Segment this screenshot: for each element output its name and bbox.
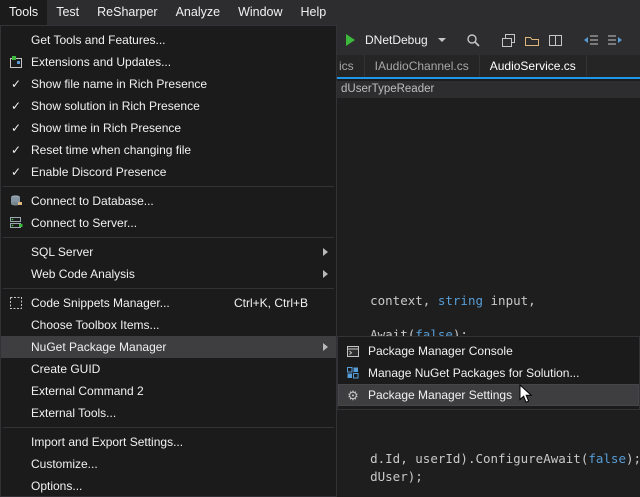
menu-item-label: Get Tools and Features... bbox=[31, 33, 166, 47]
menu-item-label: Customize... bbox=[31, 457, 98, 471]
code-token: false bbox=[588, 451, 626, 466]
menu-item-label: Choose Toolbox Items... bbox=[31, 318, 160, 332]
menu-item-extensions-and-updates[interactable]: Extensions and Updates... bbox=[1, 51, 336, 73]
menu-item-connect-to-database[interactable]: Connect to Database... bbox=[1, 190, 336, 212]
submenu-item-package-manager-console[interactable]: Package Manager Console bbox=[338, 340, 639, 362]
menu-item-label: Code Snippets Manager... bbox=[31, 296, 170, 310]
menu-item-label: Package Manager Console bbox=[368, 344, 513, 358]
menu-item-code-snippets-manager[interactable]: Code Snippets Manager... Ctrl+K, Ctrl+B bbox=[1, 292, 336, 314]
submenu-item-manage-nuget-packages-solution[interactable]: Manage NuGet Packages for Solution... bbox=[338, 362, 639, 384]
menubar-item-test[interactable]: Test bbox=[47, 0, 88, 25]
menu-item-label: NuGet Package Manager bbox=[31, 340, 166, 354]
menu-item-label: Show solution in Rich Presence bbox=[31, 99, 200, 113]
debug-target-label[interactable]: DNetDebug bbox=[365, 33, 428, 47]
checkmark-icon: ✓ bbox=[1, 143, 31, 157]
menu-item-label: Reset time when changing file bbox=[31, 143, 191, 157]
database-icon bbox=[1, 194, 31, 208]
submenu-arrow-icon bbox=[323, 343, 328, 351]
menu-item-label: Enable Discord Presence bbox=[31, 165, 166, 179]
menu-item-choose-toolbox-items[interactable]: Choose Toolbox Items... bbox=[1, 314, 336, 336]
code-token: dUser); bbox=[370, 469, 423, 484]
menu-item-nuget-package-manager[interactable]: NuGet Package Manager bbox=[1, 336, 336, 358]
submenu-arrow-icon bbox=[323, 248, 328, 256]
menu-item-label: Connect to Database... bbox=[31, 194, 154, 208]
menu-item-customize[interactable]: Customize... bbox=[1, 453, 336, 475]
menu-item-show-file-name-rich-presence[interactable]: ✓ Show file name in Rich Presence bbox=[1, 73, 336, 95]
document-tab-iaudiochannel[interactable]: IAudioChannel.cs bbox=[365, 55, 480, 77]
menu-item-reset-time-when-changing-file[interactable]: ✓ Reset time when changing file bbox=[1, 139, 336, 161]
gear-icon: ⚙ bbox=[338, 389, 368, 402]
code-token: string bbox=[438, 293, 483, 308]
menu-item-get-tools-and-features[interactable]: Get Tools and Features... bbox=[1, 29, 336, 51]
packages-grid-icon bbox=[338, 366, 368, 380]
menu-item-connect-to-server[interactable]: Connect to Server... bbox=[1, 212, 336, 234]
menu-item-label: Show time in Rich Presence bbox=[31, 121, 181, 135]
code-token: context, bbox=[370, 293, 438, 308]
menubar-item-resharper[interactable]: ReSharper bbox=[88, 0, 166, 25]
find-icon[interactable] bbox=[466, 30, 481, 50]
code-snippets-icon bbox=[1, 296, 31, 310]
menubar-item-analyze[interactable]: Analyze bbox=[167, 0, 229, 25]
split-window-icon[interactable] bbox=[548, 30, 563, 50]
menu-item-options[interactable]: Options... bbox=[1, 475, 336, 497]
menu-item-label: Package Manager Settings bbox=[368, 388, 512, 402]
menu-item-label: Connect to Server... bbox=[31, 216, 137, 230]
menu-item-label: Extensions and Updates... bbox=[31, 55, 171, 69]
decrease-indent-icon[interactable] bbox=[583, 30, 599, 50]
menu-item-label: External Tools... bbox=[31, 406, 116, 420]
menu-item-import-export-settings[interactable]: Import and Export Settings... bbox=[1, 431, 336, 453]
menubar-item-help[interactable]: Help bbox=[292, 0, 336, 25]
submenu-arrow-icon bbox=[323, 270, 328, 278]
checkmark-icon: ✓ bbox=[1, 165, 31, 179]
start-debug-icon[interactable] bbox=[346, 34, 355, 46]
menu-item-enable-discord-presence[interactable]: ✓ Enable Discord Presence bbox=[1, 161, 336, 183]
document-tab[interactable]: ics bbox=[337, 55, 365, 77]
tools-menu: Get Tools and Features... Extensions and… bbox=[0, 25, 337, 497]
checkmark-icon: ✓ bbox=[1, 121, 31, 135]
menu-separator bbox=[3, 237, 334, 238]
menu-item-show-time-rich-presence[interactable]: ✓ Show time in Rich Presence bbox=[1, 117, 336, 139]
menu-item-label: External Command 2 bbox=[31, 384, 144, 398]
code-token: input, bbox=[483, 293, 536, 308]
menu-bar: Tools Test ReSharper Analyze Window Help bbox=[0, 0, 640, 25]
code-line: se); bbox=[340, 484, 400, 497]
breadcrumb-text: dUserTypeReader bbox=[341, 83, 434, 95]
menu-separator bbox=[3, 427, 334, 428]
document-tab-audioservice[interactable]: AudioService.cs bbox=[480, 55, 587, 77]
nuget-submenu: Package Manager Console Manage NuGet Pac… bbox=[337, 336, 640, 410]
menu-item-label: SQL Server bbox=[31, 245, 93, 259]
menu-item-external-command-2[interactable]: External Command 2 bbox=[1, 380, 336, 402]
open-folder-icon[interactable] bbox=[524, 30, 540, 50]
menu-item-label: Options... bbox=[31, 479, 82, 493]
menu-item-label: Manage NuGet Packages for Solution... bbox=[368, 366, 579, 380]
menu-item-label: Create GUID bbox=[31, 362, 100, 376]
menu-item-label: Web Code Analysis bbox=[31, 267, 135, 281]
menu-separator bbox=[3, 186, 334, 187]
checkmark-icon: ✓ bbox=[1, 77, 31, 91]
menu-item-sql-server[interactable]: SQL Server bbox=[1, 241, 336, 263]
checkmark-icon: ✓ bbox=[1, 99, 31, 113]
menubar-item-tools[interactable]: Tools bbox=[0, 0, 47, 25]
menubar-item-window[interactable]: Window bbox=[229, 0, 291, 25]
menu-item-web-code-analysis[interactable]: Web Code Analysis bbox=[1, 263, 336, 285]
increase-indent-icon[interactable] bbox=[607, 30, 623, 50]
server-icon bbox=[1, 216, 31, 230]
menu-item-label: Show file name in Rich Presence bbox=[31, 77, 207, 91]
chevron-down-icon[interactable] bbox=[438, 38, 446, 42]
gear-glyph: ⚙ bbox=[347, 389, 359, 402]
new-window-icon[interactable] bbox=[501, 30, 516, 50]
menu-item-create-guid[interactable]: Create GUID bbox=[1, 358, 336, 380]
menu-item-shortcut: Ctrl+K, Ctrl+B bbox=[234, 296, 336, 310]
menu-item-label: Import and Export Settings... bbox=[31, 435, 183, 449]
menu-item-external-tools[interactable]: External Tools... bbox=[1, 402, 336, 424]
console-icon bbox=[338, 345, 368, 358]
submenu-item-package-manager-settings[interactable]: ⚙ Package Manager Settings bbox=[338, 384, 639, 406]
code-token: ); bbox=[626, 451, 640, 466]
extensions-icon bbox=[1, 55, 31, 69]
menu-item-show-solution-rich-presence[interactable]: ✓ Show solution in Rich Presence bbox=[1, 95, 336, 117]
menu-separator bbox=[3, 288, 334, 289]
